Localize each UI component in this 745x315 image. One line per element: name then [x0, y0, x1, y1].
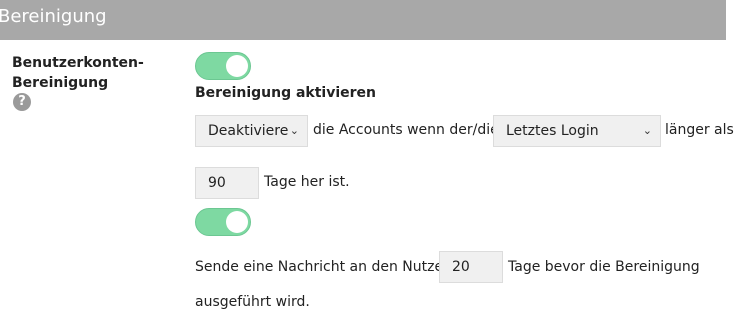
criteria-select-value: Letztes Login: [506, 123, 599, 139]
toggle-knob: [226, 211, 248, 233]
days-inactive-input[interactable]: 90: [195, 167, 259, 199]
toggle-knob: [226, 55, 248, 77]
notify-days-input[interactable]: 20: [439, 251, 503, 283]
cleanup-toggle[interactable]: [195, 52, 251, 80]
notify-toggle[interactable]: [195, 208, 251, 236]
enable-cleanup-label: Bereinigung aktivieren: [195, 85, 377, 101]
section-header: Bereinigung: [0, 0, 726, 40]
notify-text-line2: ausgeführt wird.: [195, 294, 310, 310]
section-title: Bereinigung: [0, 6, 107, 27]
notify-text-before: Sende eine Nachricht an den Nutzer: [195, 259, 449, 275]
setting-label-line2: Bereinigung: [12, 75, 109, 91]
setting-label-line1: Benutzerkonten-: [12, 55, 144, 71]
action-select[interactable]: Deaktiviere ⌄: [195, 115, 308, 147]
notify-text-after: Tage bevor die Bereinigung: [508, 259, 700, 275]
help-icon[interactable]: ?: [13, 93, 31, 111]
chevron-down-icon: ⌄: [642, 124, 652, 137]
setting-label: Benutzerkonten- Bereinigung: [12, 53, 144, 93]
days-ago-text: Tage her ist.: [264, 174, 350, 190]
action-select-value: Deaktiviere: [208, 123, 289, 139]
accounts-text: die Accounts wenn der/die: [313, 122, 499, 138]
criteria-select[interactable]: Letztes Login ⌄: [493, 115, 661, 147]
longer-than-text: länger als: [665, 122, 734, 138]
chevron-down-icon: ⌄: [289, 124, 299, 137]
